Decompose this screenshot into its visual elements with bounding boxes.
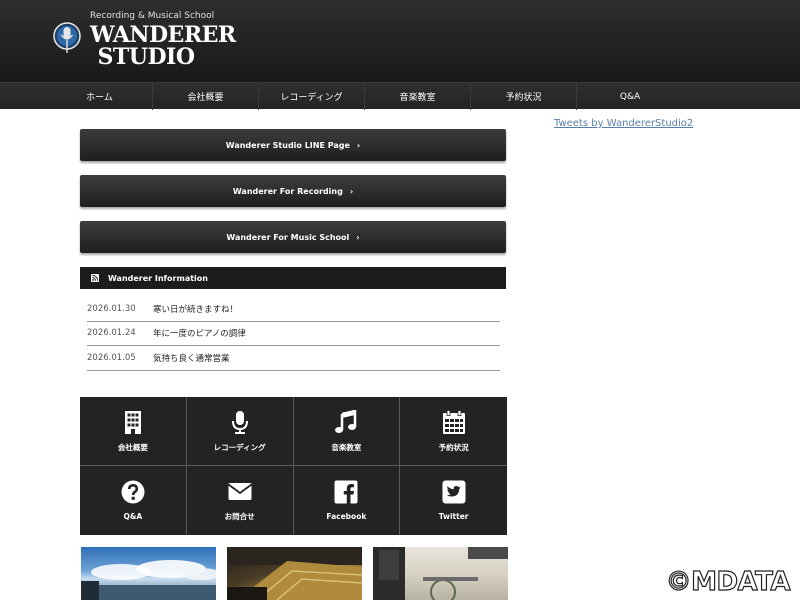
grid-item-recording[interactable]: レコーディング bbox=[186, 397, 294, 466]
logo-title-line2: STUDIO bbox=[97, 44, 195, 70]
nav-item-qa[interactable]: Q&A bbox=[577, 83, 683, 110]
microphone-icon bbox=[231, 410, 248, 434]
site-tagline: Recording & Musical School bbox=[90, 11, 215, 21]
recording-button[interactable]: Wanderer For Recording › bbox=[80, 175, 506, 207]
blog-photo-piano[interactable] bbox=[227, 547, 362, 600]
logo-title-line1: WANDERER bbox=[90, 22, 236, 48]
grid-item-music-school[interactable]: 音楽教室 bbox=[293, 397, 401, 466]
calendar-icon bbox=[442, 409, 465, 434]
news-date: 2026.01.24 bbox=[87, 328, 136, 339]
site-header: Recording & Musical School WANDERER STUD… bbox=[0, 0, 800, 82]
twitter-icon bbox=[442, 480, 466, 504]
news-title[interactable]: 寒い日が続きますね！ bbox=[153, 303, 238, 315]
grid-item-label: 会社概要 bbox=[117, 442, 148, 452]
line-page-button[interactable]: Wanderer Studio LINE Page › bbox=[80, 129, 506, 161]
envelope-icon bbox=[227, 483, 252, 500]
grid-item-label: Facebook bbox=[326, 512, 367, 521]
site-logo-title[interactable]: WANDERER STUDIO bbox=[90, 22, 236, 70]
grid-item-label: お問合せ bbox=[224, 512, 255, 521]
chevron-right-icon: › bbox=[349, 186, 354, 196]
blog-photo-studio[interactable] bbox=[373, 547, 508, 600]
info-heading: Wanderer Information bbox=[108, 273, 208, 283]
tweets-link[interactable]: Tweets by WandererStudio2 bbox=[554, 118, 693, 129]
grid-item-qa[interactable]: Q&A bbox=[80, 466, 187, 535]
microphone-logo-icon[interactable] bbox=[53, 22, 81, 55]
info-heading-bar: Wanderer Information bbox=[80, 267, 506, 289]
grid-item-company[interactable]: 会社概要 bbox=[80, 397, 187, 466]
rss-icon[interactable] bbox=[91, 274, 99, 282]
studio-photo-art bbox=[373, 547, 508, 600]
nav-item-music-school[interactable]: 音楽教室 bbox=[365, 83, 471, 110]
music-school-button-label: Wanderer For Music School bbox=[226, 232, 350, 242]
news-list: 2026.01.30 寒い日が続きますね！ 2026.01.24 年に一度のピア… bbox=[87, 297, 500, 371]
nav-item-company[interactable]: 会社概要 bbox=[153, 83, 259, 110]
copyright-watermark: ©MDATA bbox=[665, 566, 791, 597]
music-school-button[interactable]: Wanderer For Music School › bbox=[80, 221, 506, 253]
question-icon bbox=[121, 480, 145, 504]
nav-item-home[interactable]: ホーム bbox=[47, 83, 153, 110]
chevron-right-icon: › bbox=[356, 232, 360, 242]
grid-item-label: 予約状況 bbox=[438, 442, 469, 452]
grid-item-contact[interactable]: お問合せ bbox=[187, 466, 294, 535]
grid-item-label: Q&A bbox=[123, 512, 143, 521]
news-item[interactable]: 2026.01.05 気持ち良く通常営業 bbox=[87, 346, 500, 371]
facebook-icon bbox=[334, 480, 358, 504]
piano-photo-art bbox=[227, 547, 362, 600]
grid-item-label: Twitter bbox=[438, 512, 469, 521]
grid-item-twitter[interactable]: Twitter bbox=[400, 466, 507, 535]
music-note-icon bbox=[335, 409, 357, 433]
main-nav: ホーム 会社概要 レコーディング 音楽教室 予約状況 Q&A bbox=[0, 82, 800, 110]
recording-button-label: Wanderer For Recording bbox=[232, 186, 343, 196]
building-icon bbox=[124, 410, 141, 434]
line-page-button-label: Wanderer Studio LINE Page bbox=[225, 140, 350, 150]
news-date: 2026.01.05 bbox=[87, 352, 136, 363]
sky-photo-art bbox=[81, 560, 216, 600]
grid-item-facebook[interactable]: Facebook bbox=[294, 466, 401, 535]
blog-photo-sky[interactable] bbox=[81, 547, 216, 600]
news-date: 2026.01.30 bbox=[87, 303, 136, 314]
news-item[interactable]: 2026.01.24 年に一度のピアノの調律 bbox=[87, 322, 500, 346]
news-title[interactable]: 気持ち良く通常営業 bbox=[153, 352, 230, 364]
news-item[interactable]: 2026.01.30 寒い日が続きますね！ bbox=[87, 297, 500, 322]
grid-item-reservation[interactable]: 予約状況 bbox=[400, 397, 507, 466]
chevron-right-icon: › bbox=[356, 140, 361, 150]
news-title[interactable]: 年に一度のピアノの調律 bbox=[153, 327, 246, 339]
grid-item-label: レコーディング bbox=[213, 442, 266, 452]
grid-item-label: 音楽教室 bbox=[331, 442, 362, 452]
quick-links-grid: 会社概要 レコーディング 音楽教室 予約状況 Q&A お問合せ Facebook… bbox=[80, 397, 507, 535]
nav-item-recording[interactable]: レコーディング bbox=[259, 83, 365, 110]
nav-item-reservation[interactable]: 予約状況 bbox=[471, 83, 577, 110]
